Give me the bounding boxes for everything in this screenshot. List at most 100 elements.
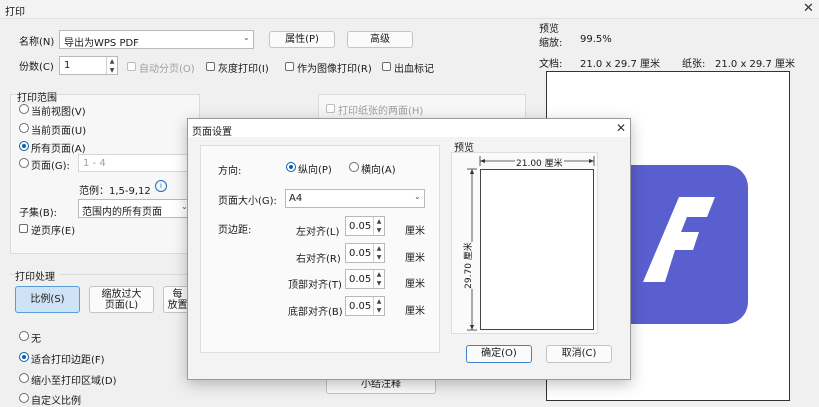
print-handling-title: 打印处理	[15, 268, 59, 283]
range-all-pages-radio[interactable]	[19, 141, 29, 151]
portrait-label: 纵向(P)	[298, 165, 332, 176]
page-setup-dialog: 页面设置 ✕ 方向: 纵向(P) 横向(A) 页面大小(G): A4 ⌄ 页边距…	[187, 118, 631, 380]
paper-size-label: 页面大小(G):	[218, 196, 277, 207]
scale-button[interactable]: 比例(S)	[15, 286, 80, 313]
duplex-label: 打印纸张的两面(H)	[338, 106, 424, 117]
copies-value: 1	[64, 60, 71, 71]
range-all-pages-label: 所有页面(A)	[31, 144, 86, 155]
range-current-page-radio[interactable]	[19, 123, 29, 133]
zoom-value: 99.5%	[580, 34, 612, 45]
left-margin-stepper-buttons[interactable]: ▲ ▼	[373, 217, 384, 235]
shrink-oversized-line1: 缩放过大	[101, 289, 142, 300]
copies-label: 份数(C)	[19, 62, 54, 73]
stepper-up-icon[interactable]: ▲	[374, 217, 384, 226]
bleed-marks-checkbox[interactable]	[382, 62, 391, 71]
close-icon[interactable]: ✕	[616, 121, 626, 135]
top-margin-unit: 厘米	[405, 279, 425, 290]
ok-button[interactable]: 确定(O)	[466, 345, 532, 363]
paper-size-label: 纸张:	[682, 59, 706, 70]
chevron-down-icon: ⌄	[414, 192, 421, 201]
close-icon[interactable]: ✕	[803, 1, 814, 16]
right-margin-stepper[interactable]: 0.05 ▲ ▼	[345, 243, 385, 263]
copies-stepper-buttons[interactable]: ▲ ▼	[106, 57, 117, 74]
grayscale-label: 灰度打印(I)	[218, 64, 269, 75]
opt-custom-radio[interactable]	[19, 393, 29, 403]
pages-input[interactable]: 1 - 4	[78, 154, 190, 172]
landscape-radio[interactable]	[349, 162, 359, 172]
left-margin-value: 0.05	[349, 221, 372, 232]
left-margin-stepper[interactable]: 0.05 ▲ ▼	[345, 216, 385, 236]
right-margin-value: 0.05	[349, 248, 372, 259]
bottom-margin-unit: 厘米	[405, 306, 425, 317]
collate-checkbox[interactable]	[127, 62, 136, 71]
opt-shrink-area-radio[interactable]	[19, 373, 29, 383]
paper-size-select[interactable]: A4 ⌄	[285, 189, 425, 208]
paper-size-select-value: A4	[289, 193, 303, 204]
top-margin-stepper-buttons[interactable]: ▲ ▼	[373, 270, 384, 288]
stepper-down-icon[interactable]: ▼	[374, 306, 384, 315]
scale-button-label: 比例(S)	[30, 294, 65, 305]
print-as-image-label: 作为图像打印(R)	[297, 64, 372, 75]
opt-shrink-area-label: 缩小至打印区域(D)	[31, 376, 117, 387]
right-margin-stepper-buttons[interactable]: ▲ ▼	[373, 244, 384, 262]
print-range-title: 打印范围	[17, 89, 57, 104]
grayscale-checkbox[interactable]	[206, 62, 215, 71]
stepper-down-icon[interactable]: ▼	[374, 226, 384, 235]
bottom-margin-value: 0.05	[349, 301, 372, 312]
reverse-pages-label: 逆页序(E)	[31, 226, 76, 237]
left-margin-label: 左对齐(L)	[296, 227, 340, 238]
shrink-oversized-line2: 页面(L)	[104, 300, 139, 311]
reverse-pages-checkbox[interactable]	[19, 224, 28, 233]
printer-select[interactable]: 导出为WPS PDF ⌄	[59, 30, 254, 49]
chevron-down-icon: ⌄	[243, 33, 250, 42]
summary-comments-label: 小结注释	[361, 379, 401, 390]
printer-select-value: 导出为WPS PDF	[64, 38, 139, 49]
range-current-view-radio[interactable]	[19, 104, 29, 114]
info-icon[interactable]: i	[155, 180, 167, 192]
properties-button[interactable]: 属性(P)	[269, 31, 335, 48]
dialog-title-bar: 页面设置 ✕	[188, 119, 630, 138]
print-as-image-checkbox[interactable]	[285, 62, 294, 71]
bottom-margin-stepper-buttons[interactable]: ▲ ▼	[373, 297, 384, 315]
printer-name-label: 名称(N)	[19, 37, 55, 48]
cancel-button[interactable]: 取消(C)	[546, 345, 612, 363]
cancel-button-label: 取消(C)	[561, 348, 597, 359]
height-dimension-label: 29.70 厘米	[460, 242, 474, 289]
portrait-radio[interactable]	[286, 162, 296, 172]
doc-size-value: 21.0 x 29.7 厘米	[580, 59, 660, 70]
stepper-up-icon[interactable]: ▲	[374, 297, 384, 306]
top-margin-stepper[interactable]: 0.05 ▲ ▼	[345, 269, 385, 289]
range-current-view-label: 当前视图(V)	[31, 107, 86, 118]
stepper-down-icon[interactable]: ▼	[374, 253, 384, 262]
width-dimension-label: 21.00 厘米	[515, 156, 564, 169]
subset-select[interactable]: 范围内的所有页面 ⌄	[78, 199, 190, 218]
window-title-bar: 打印 ✕	[0, 0, 819, 19]
range-current-page-label: 当前页面(U)	[31, 126, 87, 137]
landscape-label: 横向(A)	[361, 165, 396, 176]
advanced-button[interactable]: 高级	[347, 31, 413, 48]
bottom-margin-stepper[interactable]: 0.05 ▲ ▼	[345, 296, 385, 316]
stepper-down-icon[interactable]: ▼	[374, 279, 384, 288]
doc-size-label: 文档:	[539, 59, 563, 70]
bleed-marks-label: 出血标记	[394, 64, 434, 75]
shrink-oversized-button[interactable]: 缩放过大 页面(L)	[89, 286, 154, 313]
top-margin-value: 0.05	[349, 274, 372, 285]
right-margin-unit: 厘米	[405, 253, 425, 264]
pages-input-placeholder: 1 - 4	[83, 158, 106, 169]
stepper-down-icon[interactable]: ▼	[107, 66, 117, 75]
opt-fit-margins-radio[interactable]	[19, 352, 29, 362]
properties-button-label: 属性(P)	[285, 34, 319, 45]
stepper-up-icon[interactable]: ▲	[374, 244, 384, 253]
stepper-up-icon[interactable]: ▲	[107, 57, 117, 66]
opt-none-radio[interactable]	[19, 331, 29, 341]
opt-none-label: 无	[31, 334, 41, 345]
window-title: 打印	[5, 7, 25, 18]
stepper-up-icon[interactable]: ▲	[374, 270, 384, 279]
duplex-checkbox[interactable]	[326, 104, 335, 113]
advanced-button-label: 高级	[370, 34, 390, 45]
collate-label: 自动分页(O)	[139, 64, 195, 75]
copies-stepper[interactable]: 1 ▲ ▼	[59, 56, 118, 75]
margins-label: 页边距:	[218, 225, 252, 236]
subset-label: 子集(B):	[19, 208, 58, 219]
range-pages-radio[interactable]	[19, 158, 29, 168]
